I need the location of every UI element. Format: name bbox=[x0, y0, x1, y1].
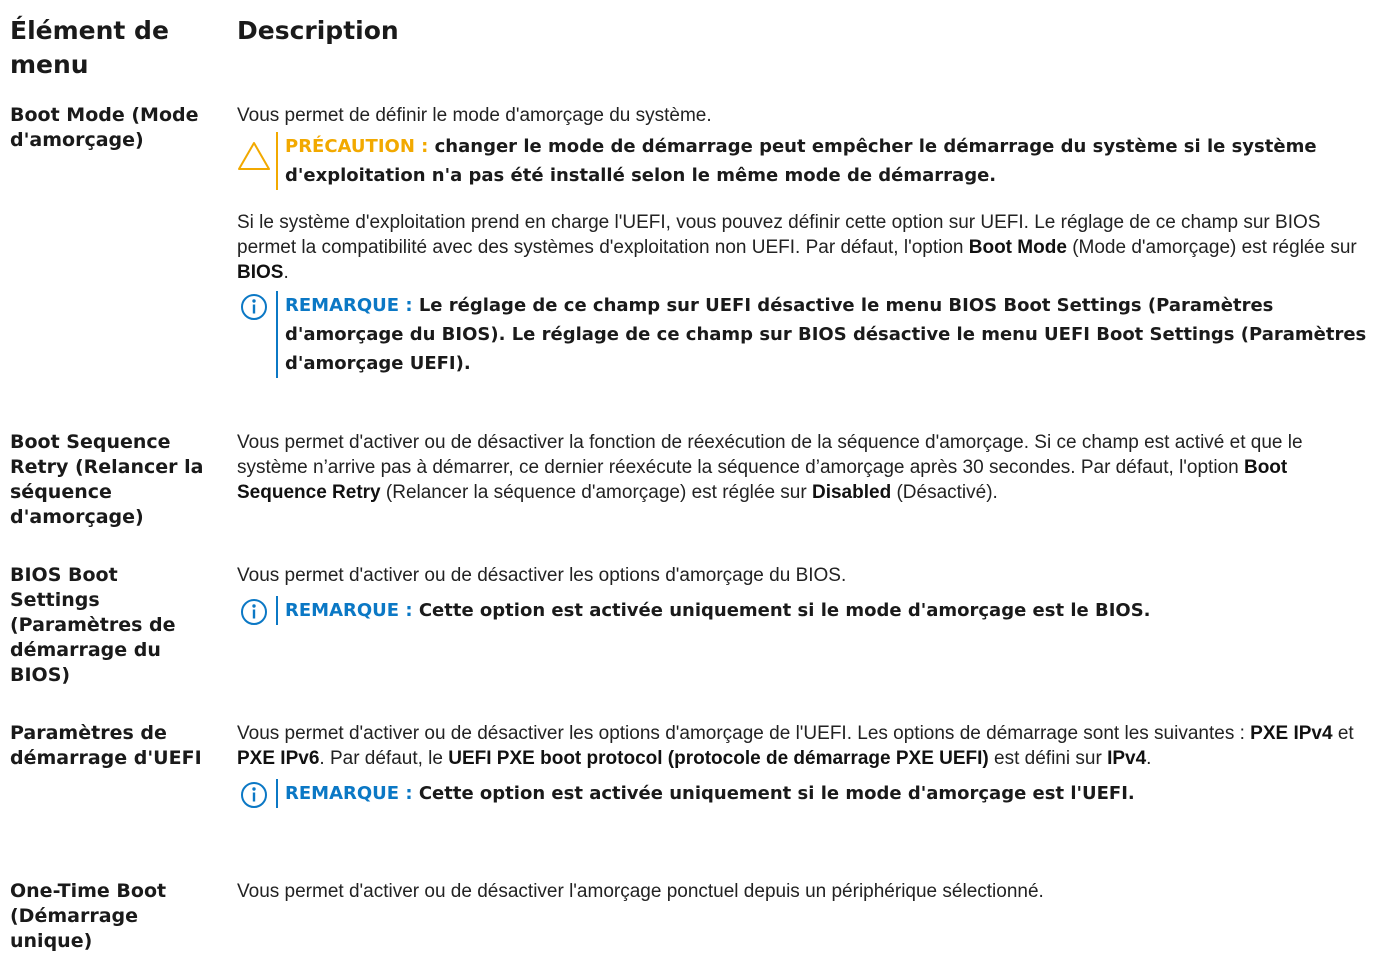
caution-bar bbox=[276, 132, 278, 190]
bold-run: UEFI PXE boot protocol (protocole de dém… bbox=[448, 748, 989, 769]
description-text: Vous permet d'activer ou de désactiver l… bbox=[237, 565, 847, 586]
menu-item-description: Vous permet de définir le mode d'amorçag… bbox=[237, 103, 1377, 378]
remark-note: REMARQUE : Le réglage de ce champ sur UE… bbox=[237, 291, 1377, 378]
text-run: est défini sur bbox=[994, 748, 1102, 769]
bold-run: IPv4 bbox=[1107, 748, 1147, 769]
description-text: Vous permet d'activer ou de désactiver l… bbox=[237, 881, 1044, 902]
column-header-description: Description bbox=[237, 16, 399, 45]
caution-triangle-icon bbox=[238, 142, 270, 170]
menu-item-description: Vous permet d'activer ou de désactiver l… bbox=[237, 721, 1377, 808]
remark-label: REMARQUE : bbox=[285, 295, 413, 316]
remark-text: Le réglage de ce champ sur UEFI désactiv… bbox=[285, 295, 1367, 374]
text-run: Vous permet d'activer ou de désactiver l… bbox=[237, 723, 1245, 744]
remark-label: REMARQUE : bbox=[285, 600, 413, 621]
menu-item-description: Vous permet d'activer ou de désactiver l… bbox=[237, 879, 1377, 904]
info-circle-icon bbox=[241, 599, 267, 625]
menu-item-term: BIOS Boot Settings (Paramètres de démarr… bbox=[10, 564, 176, 686]
remark-bar bbox=[276, 291, 278, 378]
description-text: Vous permet d'activer ou de désactiver l… bbox=[237, 430, 1377, 505]
remark-note: REMARQUE : Cette option est activée uniq… bbox=[237, 779, 1377, 808]
text-run: . bbox=[1146, 748, 1152, 769]
text-run: Vous permet d'activer ou de désactiver l… bbox=[237, 432, 1303, 478]
info-circle-icon bbox=[241, 294, 267, 320]
description-text: Vous permet d'activer ou de désactiver l… bbox=[237, 721, 1377, 771]
menu-item-term: Paramètres de démarrage d'UEFI bbox=[10, 722, 202, 769]
menu-item-term: Boot Mode (Mode d'amorçage) bbox=[10, 104, 199, 151]
text-run: . Par défaut, le bbox=[319, 748, 443, 769]
info-circle-icon bbox=[241, 782, 267, 808]
caution-text: changer le mode de démarrage peut empêch… bbox=[285, 136, 1317, 186]
menu-item-description: Vous permet d'activer ou de désactiver l… bbox=[237, 563, 1377, 625]
text-run: et bbox=[1337, 723, 1354, 744]
bold-run: PXE IPv6 bbox=[237, 748, 320, 769]
bold-run: BIOS bbox=[237, 262, 284, 283]
text-run: (Mode d'amorçage) est réglée sur bbox=[1072, 237, 1357, 258]
menu-item-term: One-Time Boot (Démarrage unique) bbox=[10, 880, 167, 952]
bold-run: Boot Mode bbox=[968, 237, 1067, 258]
description-text: Vous permet de définir le mode d'amorçag… bbox=[237, 105, 712, 126]
text-run: (Désactivé). bbox=[896, 482, 998, 503]
bold-run: PXE IPv4 bbox=[1250, 723, 1333, 744]
caution-note: PRÉCAUTION : changer le mode de démarrag… bbox=[237, 132, 1377, 190]
remark-text: Cette option est activée uniquement si l… bbox=[418, 600, 1151, 621]
remark-text: Cette option est activée uniquement si l… bbox=[418, 783, 1135, 804]
menu-item-description: Vous permet d'activer ou de désactiver l… bbox=[237, 430, 1377, 505]
description-text: Si le système d'exploitation prend en ch… bbox=[237, 210, 1377, 285]
text-run: . bbox=[283, 262, 289, 283]
caution-label: PRÉCAUTION : bbox=[285, 136, 429, 157]
column-header-menu-item: Élément de menu bbox=[10, 16, 169, 79]
remark-note: REMARQUE : Cette option est activée uniq… bbox=[237, 596, 1377, 625]
bold-run: Disabled bbox=[811, 482, 892, 503]
menu-item-term: Boot Sequence Retry (Relancer la séquenc… bbox=[10, 431, 204, 528]
remark-bar bbox=[276, 779, 278, 808]
remark-bar bbox=[276, 596, 278, 625]
text-run: (Relancer la séquence d'amorçage) est ré… bbox=[385, 482, 807, 503]
remark-label: REMARQUE : bbox=[285, 783, 413, 804]
